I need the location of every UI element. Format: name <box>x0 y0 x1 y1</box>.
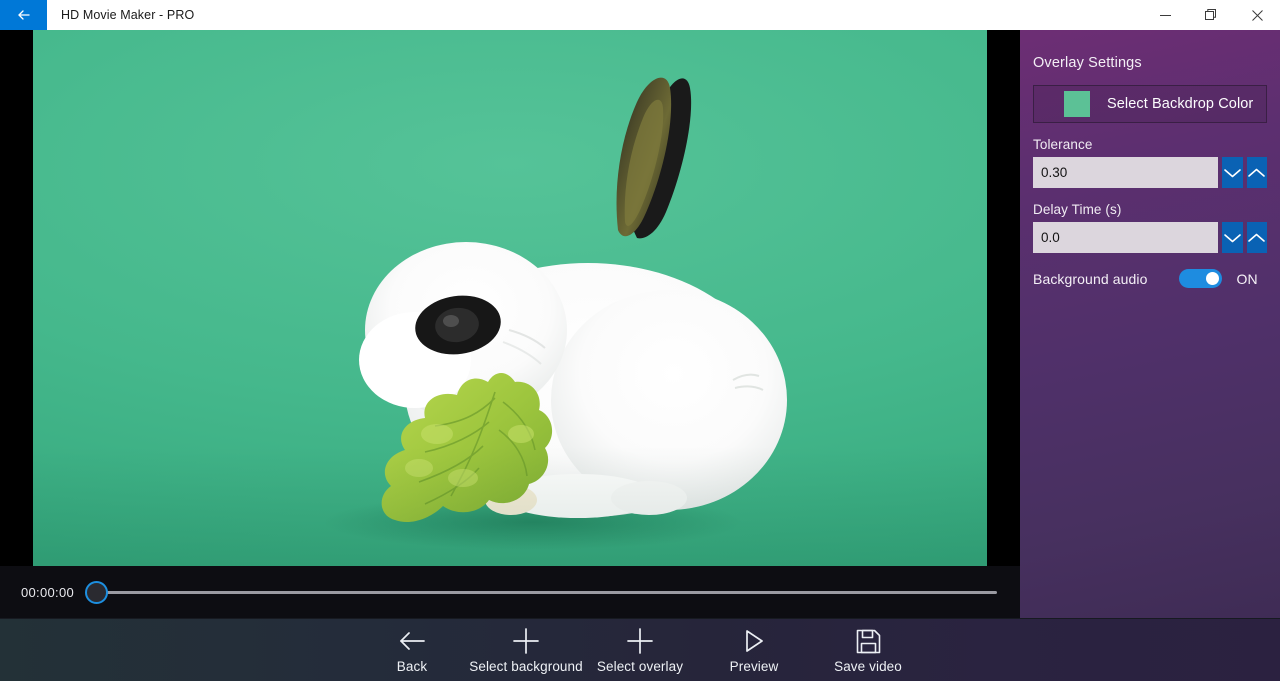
toggle-knob <box>1206 272 1220 285</box>
background-audio-toggle[interactable] <box>1179 269 1223 288</box>
delay-decrease-button[interactable] <box>1222 222 1243 253</box>
tolerance-stepper <box>1033 157 1267 188</box>
title-bar: HD Movie Maker - PRO <box>0 0 1280 30</box>
chevron-down-icon <box>1223 232 1242 244</box>
plus-icon <box>511 626 541 656</box>
window-title: HD Movie Maker - PRO <box>61 8 195 22</box>
tolerance-increase-button[interactable] <box>1246 157 1267 188</box>
command-select-background-label: Select background <box>469 659 583 674</box>
delay-time-input[interactable] <box>1033 222 1218 253</box>
delay-time-label: Delay Time (s) <box>1033 202 1122 217</box>
command-preview-button[interactable]: Preview <box>697 619 811 681</box>
command-back-button[interactable]: Back <box>355 619 469 681</box>
command-save-video-label: Save video <box>834 659 902 674</box>
tolerance-input[interactable] <box>1033 157 1218 188</box>
preview-stage <box>0 30 1020 566</box>
application-window: HD Movie Maker - PRO 00:00:00 Overlay Se… <box>0 0 1280 681</box>
panel-title: Overlay Settings <box>1033 55 1142 71</box>
rabbit-subject-image <box>33 30 987 566</box>
command-select-overlay-button[interactable]: Select overlay <box>583 619 697 681</box>
command-preview-label: Preview <box>729 659 779 674</box>
command-save-video-button[interactable]: Save video <box>811 619 925 681</box>
arrow-left-icon <box>14 5 34 25</box>
chevron-up-icon <box>1247 232 1266 244</box>
tolerance-label: Tolerance <box>1033 137 1093 152</box>
command-back-label: Back <box>396 659 428 674</box>
command-bar: Back Select background Select overlay Pr… <box>0 618 1280 681</box>
minimize-button[interactable] <box>1142 0 1188 30</box>
tolerance-decrease-button[interactable] <box>1222 157 1243 188</box>
select-backdrop-color-label: Select Backdrop Color <box>1107 96 1254 112</box>
command-select-overlay-label: Select overlay <box>596 659 684 674</box>
background-audio-state: ON <box>1236 270 1258 287</box>
delay-increase-button[interactable] <box>1246 222 1267 253</box>
chevron-up-icon <box>1247 167 1266 179</box>
chevron-down-icon <box>1223 167 1242 179</box>
plus-icon <box>625 626 655 656</box>
timeline-bar: 00:00:00 <box>0 566 1020 618</box>
floppy-disk-icon <box>855 626 882 656</box>
command-select-background-button[interactable]: Select background <box>469 619 583 681</box>
close-button[interactable] <box>1234 0 1280 30</box>
play-triangle-icon <box>741 626 767 656</box>
titlebar-back-button[interactable] <box>0 0 47 30</box>
delay-time-stepper <box>1033 222 1267 253</box>
backdrop-color-swatch <box>1064 91 1090 117</box>
slider-track[interactable] <box>99 590 997 594</box>
slider-thumb[interactable] <box>85 580 108 604</box>
timecode-label: 00:00:00 <box>21 584 75 600</box>
restore-button[interactable] <box>1188 0 1234 30</box>
video-preview[interactable] <box>33 30 987 566</box>
playback-slider[interactable] <box>85 579 997 605</box>
overlay-settings-panel: Overlay Settings Select Backdrop Color T… <box>1020 30 1280 618</box>
background-audio-row: Background audio ON <box>1033 269 1267 288</box>
background-audio-label: Background audio <box>1033 270 1148 287</box>
window-controls <box>1142 0 1280 30</box>
arrow-left-icon <box>396 626 428 656</box>
select-backdrop-color-button[interactable]: Select Backdrop Color <box>1033 85 1267 123</box>
